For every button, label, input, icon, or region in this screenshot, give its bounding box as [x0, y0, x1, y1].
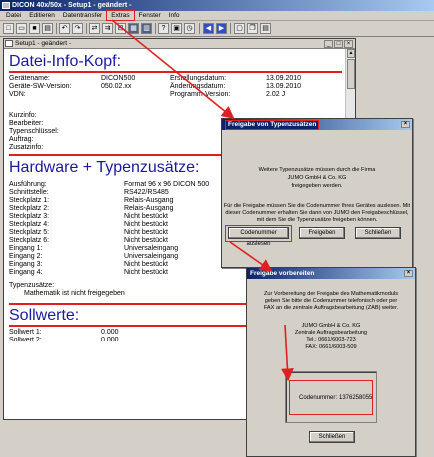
arrow-to-dialog2: [229, 241, 273, 272]
annotation-arrows: [111, 19, 294, 382]
arrow-to-code: [281, 324, 294, 382]
arrow-to-dialog: [111, 19, 235, 120]
